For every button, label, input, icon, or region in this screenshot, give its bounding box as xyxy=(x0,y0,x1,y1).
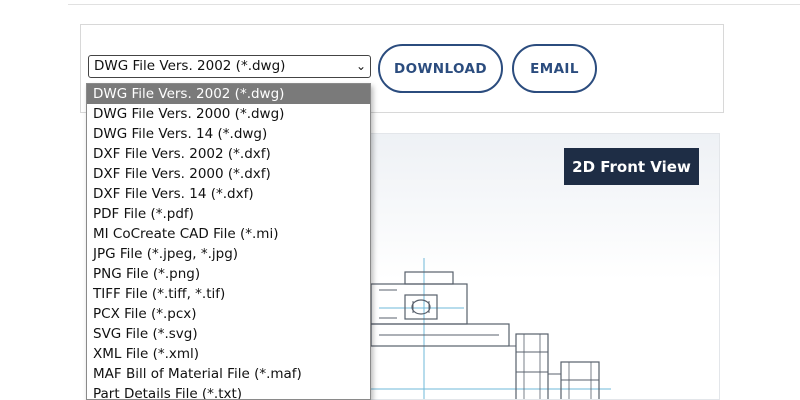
format-select-value: DWG File Vers. 2002 (*.dwg) xyxy=(94,58,286,74)
dropdown-option[interactable]: XML File (*.xml) xyxy=(87,344,370,364)
dropdown-option[interactable]: PNG File (*.png) xyxy=(87,264,370,284)
download-button[interactable]: DOWNLOAD xyxy=(378,44,503,93)
housing-upper xyxy=(404,271,454,285)
nut-fitting xyxy=(560,361,600,399)
dropdown-option[interactable]: MI CoCreate CAD File (*.mi) xyxy=(87,224,370,244)
dropdown-option[interactable]: DWG File Vers. 2002 (*.dwg) xyxy=(87,84,370,104)
email-button[interactable]: EMAIL xyxy=(512,44,597,93)
bolt-head xyxy=(404,294,438,320)
dropdown-option[interactable]: Part Details File (*.txt) xyxy=(87,384,370,399)
format-select[interactable]: DWG File Vers. 2002 (*.dwg) ⌄ xyxy=(88,55,371,78)
dropdown-option[interactable]: SVG File (*.svg) xyxy=(87,324,370,344)
format-dropdown-list: DWG File Vers. 2002 (*.dwg) DWG File Ver… xyxy=(86,83,371,400)
dropdown-option[interactable]: DWG File Vers. 14 (*.dwg) xyxy=(87,124,370,144)
dropdown-option[interactable]: TIFF File (*.tiff, *.tif) xyxy=(87,284,370,304)
chevron-down-icon: ⌄ xyxy=(355,59,366,73)
dropdown-option[interactable]: DXF File Vers. 2000 (*.dxf) xyxy=(87,164,370,184)
top-divider xyxy=(68,0,800,5)
dropdown-option[interactable]: JPG File (*.jpeg, *.jpg) xyxy=(87,244,370,264)
dropdown-option[interactable]: MAF Bill of Material File (*.maf) xyxy=(87,364,370,384)
bolt-hole xyxy=(411,299,431,315)
dropdown-option[interactable]: PDF File (*.pdf) xyxy=(87,204,370,224)
view-label: 2D Front View xyxy=(564,148,699,185)
dropdown-option[interactable]: DXF File Vers. 2002 (*.dxf) xyxy=(87,144,370,164)
hex-fitting xyxy=(515,333,549,399)
dropdown-option[interactable]: PCX File (*.pcx) xyxy=(87,304,370,324)
dropdown-option[interactable]: DWG File Vers. 2000 (*.dwg) xyxy=(87,104,370,124)
dropdown-option[interactable]: DXF File Vers. 14 (*.dxf) xyxy=(87,184,370,204)
